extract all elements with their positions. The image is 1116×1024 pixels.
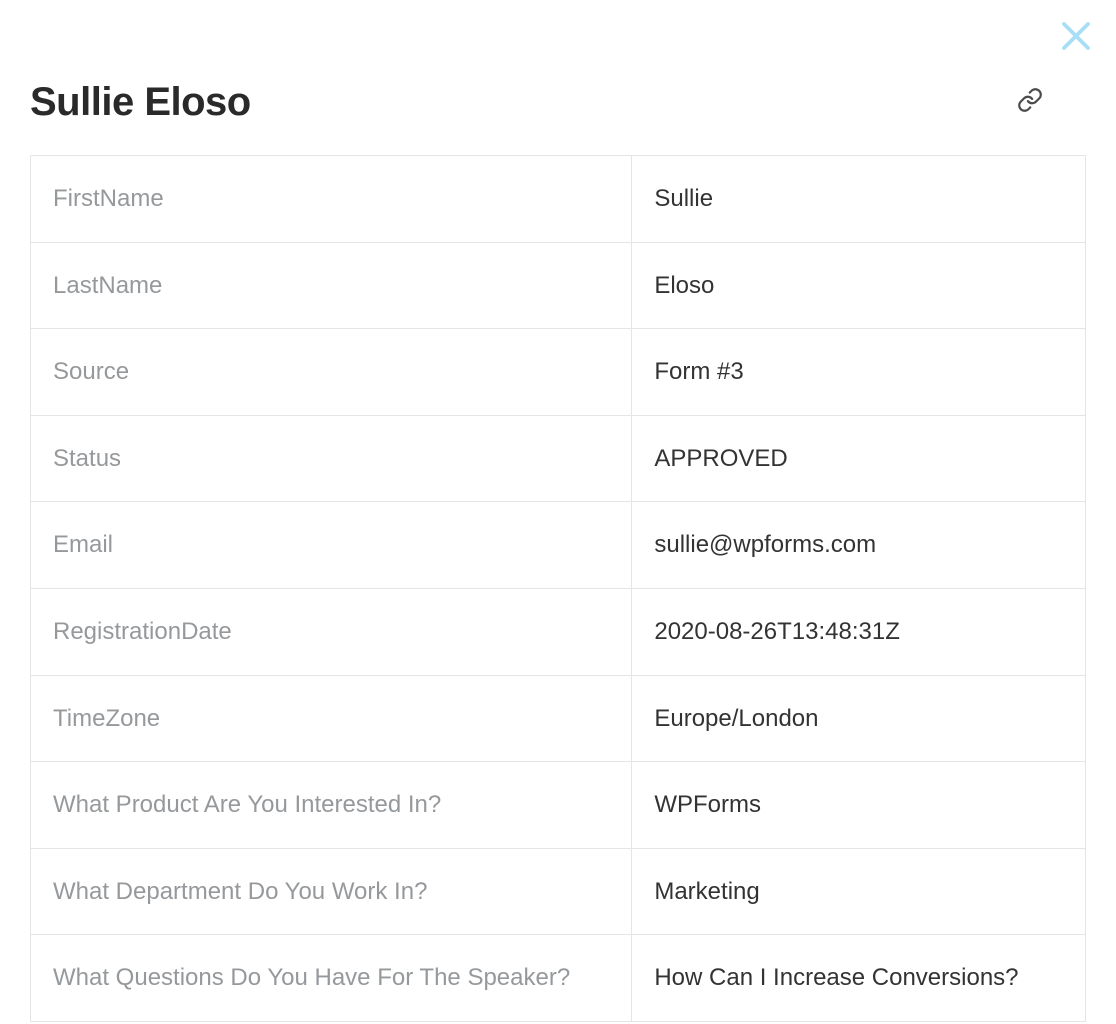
table-row: Status APPROVED bbox=[31, 415, 1086, 502]
table-row: LastName Eloso bbox=[31, 242, 1086, 329]
table-row: RegistrationDate 2020-08-26T13:48:31Z bbox=[31, 588, 1086, 675]
field-value: Eloso bbox=[632, 242, 1086, 329]
copy-link-button[interactable] bbox=[1014, 87, 1046, 119]
field-label: LastName bbox=[31, 242, 632, 329]
link-icon bbox=[1017, 87, 1043, 118]
field-value: Sullie bbox=[632, 156, 1086, 243]
field-label: What Questions Do You Have For The Speak… bbox=[31, 935, 632, 1022]
field-label: Email bbox=[31, 502, 632, 589]
field-label: RegistrationDate bbox=[31, 588, 632, 675]
table-row: TimeZone Europe/London bbox=[31, 675, 1086, 762]
close-icon bbox=[1058, 18, 1094, 59]
table-row: What Department Do You Work In? Marketin… bbox=[31, 848, 1086, 935]
header-row: Sullie Eloso bbox=[30, 80, 1086, 125]
table-row: What Questions Do You Have For The Speak… bbox=[31, 935, 1086, 1022]
field-value: sullie@wpforms.com bbox=[632, 502, 1086, 589]
close-button[interactable] bbox=[1056, 18, 1096, 58]
table-row: What Product Are You Interested In? WPFo… bbox=[31, 762, 1086, 849]
field-label: Status bbox=[31, 415, 632, 502]
table-row: Email sullie@wpforms.com bbox=[31, 502, 1086, 589]
page-title: Sullie Eloso bbox=[30, 80, 251, 125]
field-label: What Department Do You Work In? bbox=[31, 848, 632, 935]
field-label: Source bbox=[31, 329, 632, 416]
table-row: FirstName Sullie bbox=[31, 156, 1086, 243]
field-value: WPForms bbox=[632, 762, 1086, 849]
field-value: How Can I Increase Conversions? bbox=[632, 935, 1086, 1022]
field-value: Form #3 bbox=[632, 329, 1086, 416]
field-label: What Product Are You Interested In? bbox=[31, 762, 632, 849]
table-row: Source Form #3 bbox=[31, 329, 1086, 416]
content-wrapper: Sullie Eloso FirstName Sullie LastName E… bbox=[0, 0, 1116, 1022]
details-table: FirstName Sullie LastName Eloso Source F… bbox=[30, 155, 1086, 1022]
field-value: Europe/London bbox=[632, 675, 1086, 762]
field-value: Marketing bbox=[632, 848, 1086, 935]
field-label: TimeZone bbox=[31, 675, 632, 762]
field-label: FirstName bbox=[31, 156, 632, 243]
field-value: 2020-08-26T13:48:31Z bbox=[632, 588, 1086, 675]
field-value: APPROVED bbox=[632, 415, 1086, 502]
